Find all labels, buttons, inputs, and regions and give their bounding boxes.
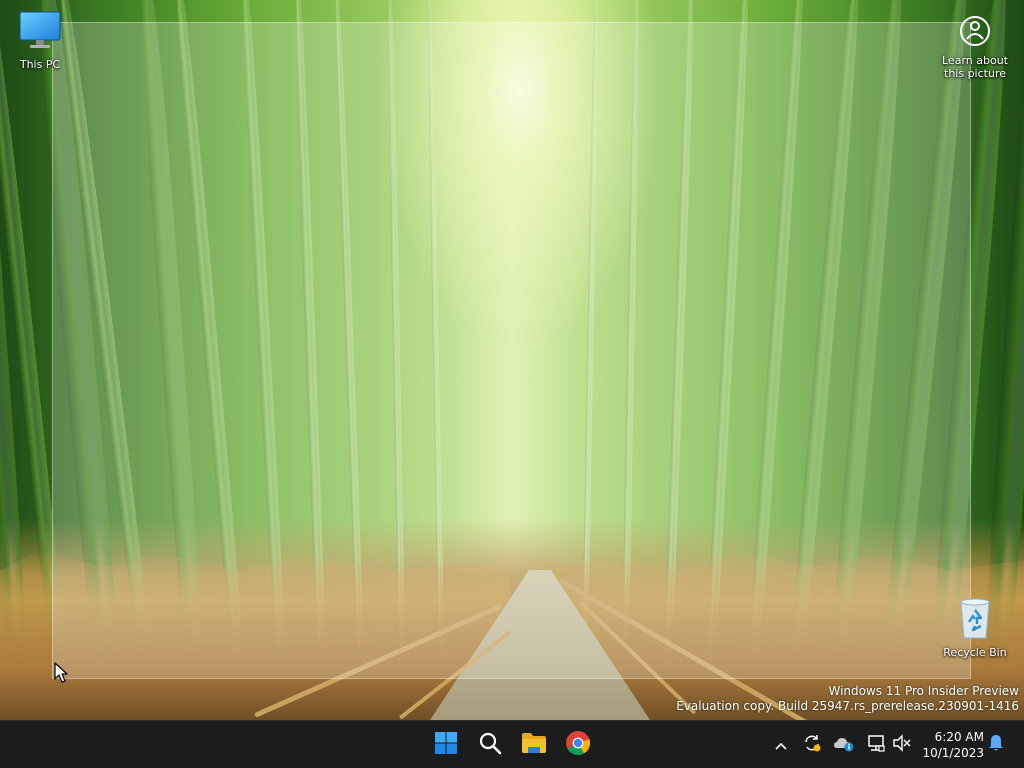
start-button[interactable]: [428, 727, 464, 763]
this-pc-desktop-icon[interactable]: This PC: [2, 10, 78, 71]
camera-aperture-icon: [937, 14, 1013, 51]
folder-icon: [521, 731, 547, 759]
watermark-build: Evaluation copy. Build 25947.rs_prerelea…: [676, 699, 1019, 713]
chrome-button[interactable]: [560, 727, 596, 763]
file-explorer-button[interactable]: [516, 727, 552, 763]
search-icon: [478, 731, 502, 759]
learn-about-picture-label: Learn about this picture: [942, 54, 1008, 80]
learn-about-picture-desktop-icon[interactable]: Learn about this picture: [937, 14, 1013, 80]
network-tray-button[interactable]: [866, 735, 886, 755]
taskbar-clock[interactable]: 6:20 AM 10/1/2023: [922, 729, 984, 761]
notifications-button[interactable]: [986, 735, 1006, 755]
search-button[interactable]: [472, 727, 508, 763]
desktop-wallpaper: This PC Learn about this picture Recycle…: [0, 0, 1024, 720]
onedrive-tray-button[interactable]: [834, 735, 854, 755]
watermark-edition: Windows 11 Pro Insider Preview: [828, 684, 1019, 698]
clock-date: 10/1/2023: [922, 746, 984, 760]
recycle-bin-icon: [937, 596, 1013, 643]
windows-logo-icon: [434, 731, 458, 759]
volume-muted-icon: [892, 733, 912, 757]
chevron-up-icon: [774, 736, 788, 755]
clock-time: 6:20 AM: [934, 730, 984, 744]
mouse-cursor-icon: [54, 662, 68, 688]
sync-icon: [802, 733, 822, 757]
volume-tray-button[interactable]: [892, 733, 912, 757]
network-icon: [866, 733, 886, 757]
computer-monitor-icon: [2, 10, 78, 55]
show-hidden-icons-button[interactable]: [771, 735, 791, 755]
bell-icon: [987, 733, 1005, 757]
recycle-bin-desktop-icon[interactable]: Recycle Bin: [937, 596, 1013, 659]
onedrive-cloud-icon: [833, 733, 855, 757]
recycle-bin-label: Recycle Bin: [943, 646, 1007, 659]
this-pc-label: This PC: [19, 58, 61, 71]
taskbar: 6:20 AM 10/1/2023: [0, 720, 1024, 768]
sync-tray-button[interactable]: [802, 735, 822, 755]
chrome-icon: [565, 730, 591, 760]
selection-overlay: [52, 22, 971, 679]
windows-evaluation-watermark: Windows 11 Pro Insider Preview Evaluatio…: [676, 684, 1019, 714]
